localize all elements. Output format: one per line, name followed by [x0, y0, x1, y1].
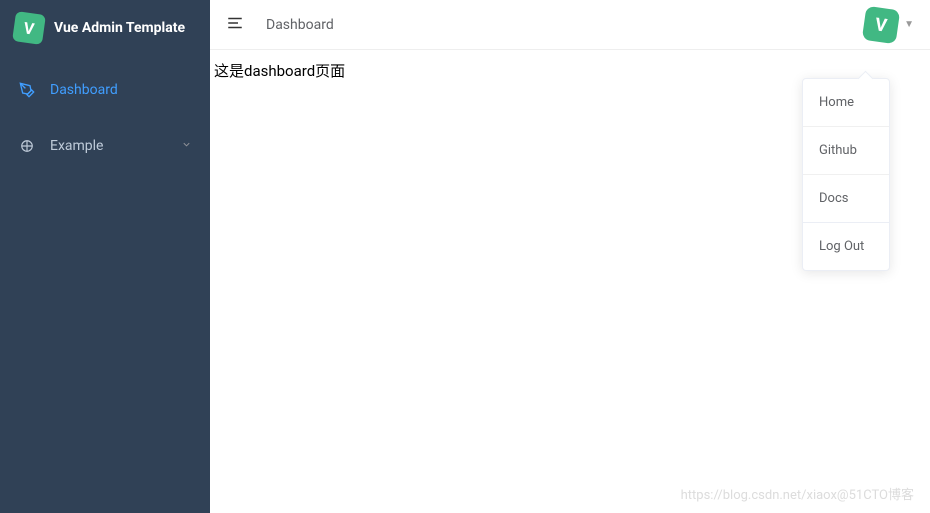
sidebar-item-example[interactable]: Example [0, 118, 210, 174]
logo-area[interactable]: V Vue Admin Template [0, 0, 210, 56]
dropdown-item-docs[interactable]: Docs [803, 174, 889, 222]
hamburger-icon[interactable] [226, 14, 246, 36]
dropdown-item-github[interactable]: Github [803, 126, 889, 174]
content-text: 这是dashboard页面 [214, 62, 345, 80]
navbar: Dashboard V ▼ [210, 0, 930, 50]
caret-down-icon: ▼ [904, 19, 914, 30]
user-avatar-dropdown[interactable]: V ▼ [864, 8, 914, 42]
app-root: V Vue Admin Template Dashboard Example [0, 0, 930, 513]
sidebar: V Vue Admin Template Dashboard Example [0, 0, 210, 513]
example-icon [18, 139, 36, 153]
breadcrumb: Dashboard [266, 17, 334, 33]
logo-text: Vue Admin Template [54, 20, 185, 36]
logo-icon: V [12, 11, 46, 45]
chevron-down-icon [181, 138, 192, 154]
dropdown-item-logout[interactable]: Log Out [803, 222, 889, 270]
dropdown-item-home[interactable]: Home [803, 79, 889, 126]
sidebar-item-label: Dashboard [50, 82, 118, 98]
sidebar-item-label: Example [50, 138, 103, 154]
dashboard-icon [18, 82, 36, 98]
sidebar-item-dashboard[interactable]: Dashboard [0, 62, 210, 118]
user-dropdown-menu: Home Github Docs Log Out [802, 78, 890, 271]
sidebar-menu: Dashboard Example [0, 56, 210, 174]
avatar: V [862, 5, 900, 43]
